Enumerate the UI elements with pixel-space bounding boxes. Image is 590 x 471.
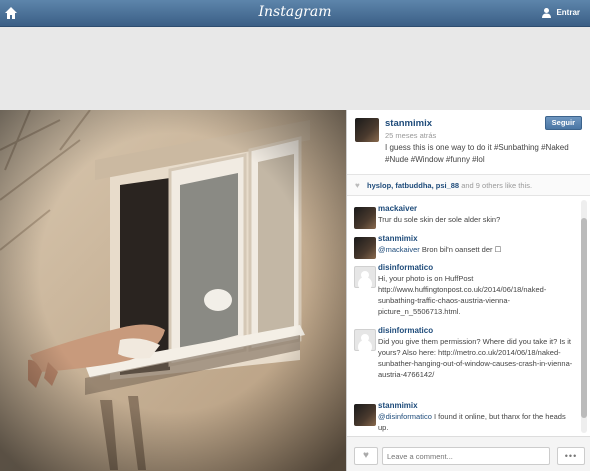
comment-username[interactable]: disinformatico <box>378 263 433 272</box>
post-timestamp: 25 meses atrás <box>385 131 437 140</box>
owner-avatar[interactable] <box>355 118 379 142</box>
likes-text: hyslop, fatbuddha, psi_88 and 9 others l… <box>367 181 532 190</box>
top-bar: Instagram Entrar <box>0 0 590 27</box>
like-button[interactable]: ♥ <box>354 447 378 465</box>
commenter-avatar[interactable] <box>354 237 376 259</box>
comment-text: Did you give them permission? Where did … <box>378 336 578 380</box>
photo-image <box>0 110 346 471</box>
post-photo[interactable] <box>0 110 346 471</box>
comment-text: Hi, your photo is on HuffPost http://www… <box>378 273 578 317</box>
comment-text: Trur du sole skin der sole alder skin? <box>378 214 578 225</box>
comment-item: disinformatico Did you give them permiss… <box>347 326 581 394</box>
comment-item: mackaiver Trur du sole skin der sole ald… <box>347 204 581 234</box>
comment-username[interactable]: stanmimix <box>378 234 418 243</box>
post-caption: I guess this is one way to do it #Sunbat… <box>385 143 569 164</box>
login-link[interactable]: Entrar <box>541 7 580 18</box>
comment-item: disinformatico Hi, your photo is on Huff… <box>347 263 581 321</box>
commenter-avatar[interactable] <box>354 266 376 288</box>
comment-body: Hi, your photo is on HuffPost http://www… <box>378 274 547 316</box>
instagram-logo[interactable]: Instagram <box>0 4 590 20</box>
likes-bar: ♥ hyslop, fatbuddha, psi_88 and 9 others… <box>347 174 590 196</box>
comment-body: Trur du sole skin der sole alder skin? <box>378 215 501 224</box>
comment-username[interactable]: mackaiver <box>378 204 417 213</box>
more-options-button[interactable]: ••• <box>557 447 585 465</box>
comment-body: Did you give them permission? Where did … <box>378 337 573 379</box>
comment-footer: ♥ ••• <box>347 436 590 471</box>
likes-others[interactable]: and 9 others like this. <box>459 181 532 190</box>
comment-mention[interactable]: @disinformatico <box>378 412 432 421</box>
heart-icon: ♥ <box>363 450 369 461</box>
scrollbar-thumb[interactable] <box>581 218 587 418</box>
comment-item: stanmimix @disinformatico I found it onl… <box>347 401 581 435</box>
login-label: Entrar <box>556 8 580 17</box>
comment-item: stanmimix @mackaiver Bron bil'n oansett … <box>347 234 581 264</box>
comment-username[interactable]: stanmimix <box>378 401 418 410</box>
comment-mention[interactable]: @mackaiver <box>378 245 420 254</box>
user-icon <box>542 8 552 18</box>
comments-scrollbar[interactable] <box>581 200 587 433</box>
follow-button[interactable]: Seguir <box>544 116 582 130</box>
commenter-avatar[interactable] <box>354 207 376 229</box>
comment-text: @mackaiver Bron bil'n oansett der ☐ <box>378 244 578 255</box>
likers-names[interactable]: hyslop, fatbuddha, psi_88 <box>367 181 459 190</box>
comment-body: Bron bil'n oansett der ☐ <box>419 245 502 254</box>
comment-text: @disinformatico I found it online, but t… <box>378 411 578 433</box>
owner-username[interactable]: stanmimix <box>385 118 432 129</box>
comments-list[interactable]: mackaiver Trur du sole skin der sole ald… <box>347 198 581 435</box>
heart-icon: ♥ <box>355 181 360 190</box>
comment-username[interactable]: disinformatico <box>378 326 433 335</box>
post-panel: stanmimix 25 meses atrás Seguir I guess … <box>346 110 590 471</box>
commenter-avatar[interactable] <box>354 404 376 426</box>
comment-input[interactable] <box>382 447 550 465</box>
commenter-avatar[interactable] <box>354 329 376 351</box>
